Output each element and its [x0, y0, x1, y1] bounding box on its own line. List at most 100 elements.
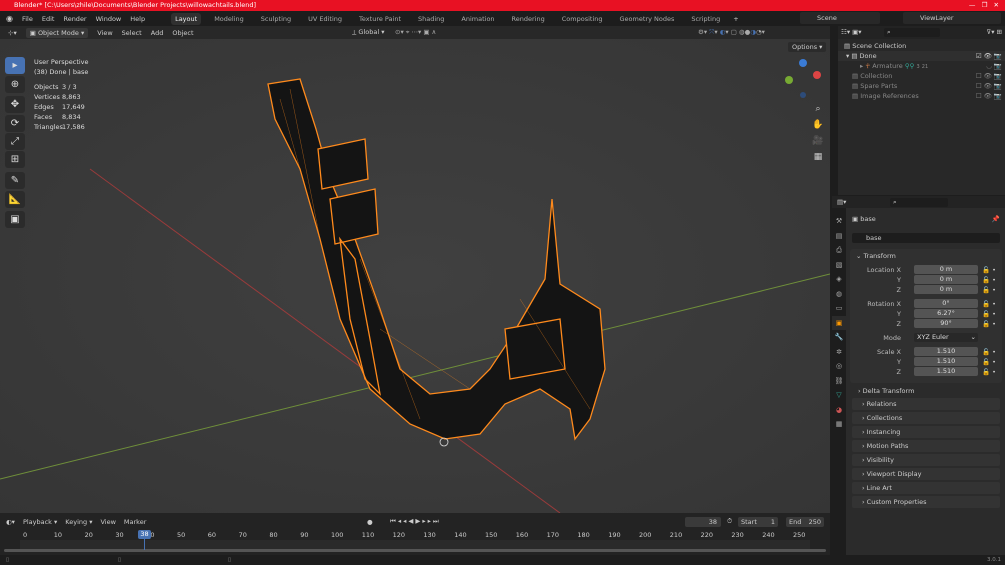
shading-icons[interactable]: ⚙▾ ⤧▾ ◐▾ ▢ ◍●◑◔▾: [698, 28, 765, 37]
lock-icon[interactable]: 🔓 •: [982, 367, 996, 377]
visibility-icons[interactable]: ☐ 👁 📷: [976, 71, 1002, 81]
tab-uv-editing[interactable]: UV Editing: [304, 13, 346, 25]
outliner-item-collection[interactable]: ▤ Collection ☐ 👁 📷: [838, 71, 1005, 81]
menu-marker[interactable]: Marker: [124, 518, 146, 526]
view-layer-selector[interactable]: ViewLayer: [903, 12, 1001, 24]
menu-edit[interactable]: Edit: [42, 15, 55, 23]
menu-object[interactable]: Object: [172, 29, 193, 37]
rotation-x-field[interactable]: 0°: [914, 299, 978, 308]
visibility-icons[interactable]: ☑ 👁 📷: [976, 51, 1002, 61]
scene-selector[interactable]: Scene: [800, 12, 880, 24]
record-button[interactable]: ●: [367, 518, 373, 526]
panel-relations[interactable]: › Relations: [852, 398, 1000, 410]
rotation-z-field[interactable]: 90°: [914, 319, 978, 328]
menu-keying[interactable]: Keying ▾: [65, 518, 92, 526]
scene-collection-row[interactable]: ▤ Scene Collection: [838, 41, 1005, 51]
tab-sculpting[interactable]: Sculpting: [257, 13, 295, 25]
tab-shading[interactable]: Shading: [414, 13, 448, 25]
snap-pivot-icons[interactable]: ⊙▾ ⌖ ⋯▾ ▣ ∧: [395, 28, 436, 37]
rotation-y-field[interactable]: 6.27°: [914, 309, 978, 318]
visibility-icons[interactable]: ☐ 👁 📷: [976, 81, 1002, 91]
panel-collections[interactable]: › Collections: [852, 412, 1000, 424]
playhead-frame[interactable]: 38: [138, 530, 151, 539]
stopwatch-icon[interactable]: ⏱: [727, 517, 732, 526]
lock-icon[interactable]: 🔓 •: [982, 265, 996, 275]
lock-icon[interactable]: 🔓 •: [982, 299, 996, 309]
tab-compositing[interactable]: Compositing: [558, 13, 607, 25]
visibility-icons[interactable]: ☐ 👁 📷: [976, 91, 1002, 101]
3d-viewport[interactable]: User Perspective (38) Done | base Object…: [0, 39, 830, 513]
panel-line-art[interactable]: › Line Art: [852, 482, 1000, 494]
tab-layout[interactable]: Layout: [171, 12, 202, 25]
properties-search-input[interactable]: ⌕: [890, 198, 948, 207]
tab-geometry-nodes[interactable]: Geometry Nodes: [616, 13, 679, 25]
editor-type-icon[interactable]: ◐▾: [6, 518, 15, 526]
frame-ruler[interactable]: 0102030405060708090100110120130140150160…: [0, 530, 830, 540]
panel-viewport-display[interactable]: › Viewport Display: [852, 468, 1000, 480]
outliner-item-spare-parts[interactable]: ▤ Spare Parts ☐ 👁 📷: [838, 81, 1005, 91]
scale-z-field[interactable]: 1.510: [914, 367, 978, 376]
measure-tool-icon[interactable]: 📐: [5, 191, 25, 208]
location-x-field[interactable]: 0 m: [914, 265, 978, 274]
properties-tabs[interactable]: ⚒ ▤ ⎙ ▧ ◈ ◍ ▭ ▣ 🔧 ✲ ◎ ⛓ ▽ ◕ ▦: [832, 196, 846, 555]
options-dropdown[interactable]: Options ▾: [788, 42, 827, 52]
transform-header[interactable]: ⌄ Transform: [850, 251, 1002, 261]
tab-rendering[interactable]: Rendering: [508, 13, 549, 25]
end-frame-field[interactable]: End 250: [786, 516, 824, 527]
menu-window[interactable]: Window: [96, 15, 122, 23]
scale-y-field[interactable]: 1.510: [914, 357, 978, 366]
outliner-item-armature[interactable]: ▸ ☥ Armature ⚲⚲ 3 21 ◡ 📷: [838, 61, 1005, 71]
menu-view[interactable]: View: [97, 29, 112, 37]
menu-select[interactable]: Select: [122, 29, 142, 37]
location-y-field[interactable]: 0 m: [914, 275, 978, 284]
select-box-tool-icon[interactable]: ▸: [5, 57, 25, 74]
playback-controls[interactable]: ⏮◂◂◀▶▸▸⏭: [390, 517, 441, 526]
display-mode-icon[interactable]: ☷▾ ▣▾: [841, 28, 862, 36]
orientation-dropdown[interactable]: ⟂ Global ▾: [352, 28, 385, 37]
blender-logo-icon[interactable]: ◉: [6, 14, 13, 23]
scale-x-field[interactable]: 1.510: [914, 347, 978, 356]
editor-type-icon[interactable]: ▤▾: [837, 198, 846, 206]
window-controls[interactable]: — ❐ ✕: [969, 0, 999, 11]
add-workspace-button[interactable]: +: [733, 15, 738, 23]
annotate-tool-icon[interactable]: ✎: [5, 172, 25, 189]
outliner-item-done[interactable]: ▾ ▤ Done ☑ 👁 📷: [838, 51, 1005, 61]
tab-texture-paint[interactable]: Texture Paint: [355, 13, 405, 25]
menu-add[interactable]: Add: [151, 29, 164, 37]
menu-file[interactable]: File: [22, 15, 33, 23]
rotate-tool-icon[interactable]: ⟳: [5, 115, 25, 132]
viewport-nav-buttons[interactable]: ⌕ ✋ 🎥 ▦: [811, 101, 825, 165]
rotation-mode-dropdown[interactable]: XYZ Euler ⌄: [914, 333, 978, 342]
lock-icon[interactable]: 🔓 •: [982, 347, 996, 357]
current-frame-field[interactable]: 38: [685, 516, 721, 527]
transform-tool-icon[interactable]: ⊞: [5, 151, 25, 168]
tab-scripting[interactable]: Scripting: [687, 13, 724, 25]
filter-icon[interactable]: ⊽▾ ⊞: [986, 28, 1002, 36]
outliner-item-image-references[interactable]: ▤ Image References ☐ 👁 📷: [838, 91, 1005, 101]
panel-visibility[interactable]: › Visibility: [852, 454, 1000, 466]
menu-view[interactable]: View: [100, 518, 115, 526]
mode-dropdown[interactable]: ▣ Object Mode ▾: [25, 27, 89, 38]
lock-icon[interactable]: 🔓 •: [982, 285, 996, 295]
timeline-scrollbar[interactable]: [4, 549, 826, 552]
tab-modeling[interactable]: Modeling: [210, 13, 248, 25]
editor-type-icon[interactable]: ⊹▾: [8, 29, 17, 37]
lock-icon[interactable]: 🔓 •: [982, 275, 996, 285]
lock-icon[interactable]: 🔓 •: [982, 319, 996, 329]
panel-instancing[interactable]: › Instancing: [852, 426, 1000, 438]
menu-playback[interactable]: Playback ▾: [23, 518, 57, 526]
delta-transform-subpanel[interactable]: › Delta Transform: [858, 384, 914, 398]
tab-animation[interactable]: Animation: [457, 13, 498, 25]
location-z-field[interactable]: 0 m: [914, 285, 978, 294]
move-tool-icon[interactable]: ✥: [5, 96, 25, 113]
object-name-field[interactable]: base: [852, 233, 1000, 243]
panel-motion-paths[interactable]: › Motion Paths: [852, 440, 1000, 452]
keyframe-area[interactable]: [20, 540, 810, 549]
start-frame-field[interactable]: Start 1: [738, 516, 778, 527]
lock-icon[interactable]: 🔓 •: [982, 357, 996, 367]
visibility-icons[interactable]: ◡ 📷: [986, 61, 1002, 71]
lock-icon[interactable]: 🔓 •: [982, 309, 996, 319]
menu-help[interactable]: Help: [130, 15, 145, 23]
panel-custom-properties[interactable]: › Custom Properties: [852, 496, 1000, 508]
add-cube-tool-icon[interactable]: ▣: [5, 211, 25, 228]
